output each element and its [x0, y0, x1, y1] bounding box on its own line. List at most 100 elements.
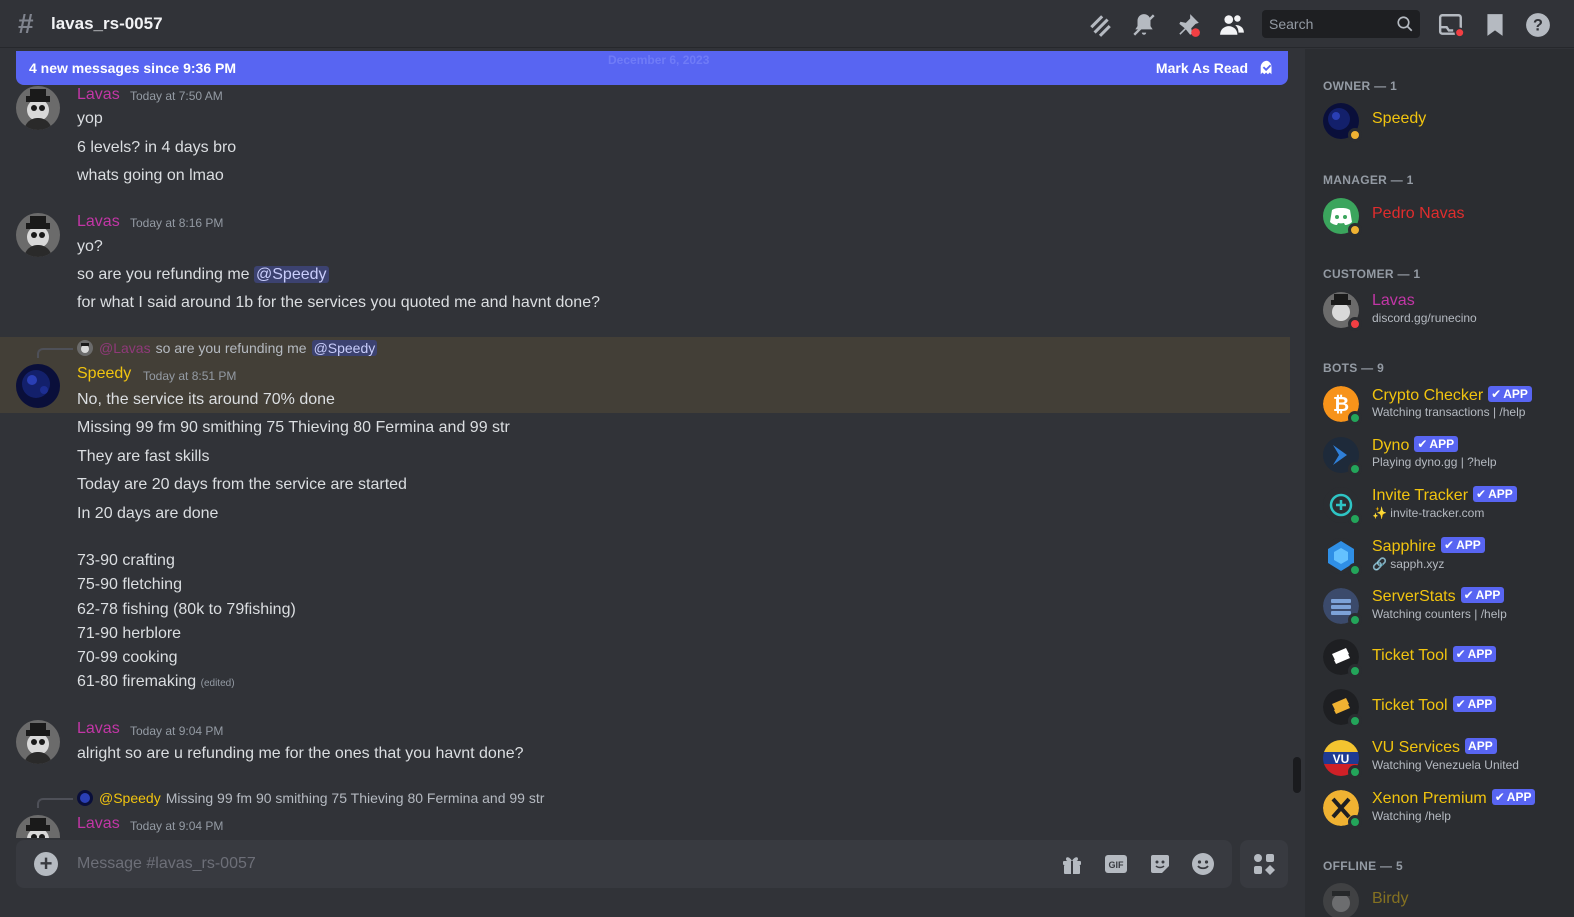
- check-icon: ✔: [1417, 437, 1428, 451]
- svg-text:₿: ₿: [1333, 394, 1349, 416]
- message-author[interactable]: Lavas: [77, 815, 120, 833]
- reply-author[interactable]: @Lavas: [99, 340, 151, 356]
- message-text: whats going on lmao: [77, 167, 224, 184]
- app-badge: ✔ APP: [1491, 789, 1536, 805]
- edited-marker: (edited): [200, 678, 235, 689]
- message-input[interactable]: [77, 853, 977, 875]
- reply-author[interactable]: @Speedy: [99, 790, 161, 806]
- member-list[interactable]: OWNER — 1 Speedy MANAGER — 1 Pedro Navas…: [1305, 49, 1574, 917]
- online-status-icon: [1348, 411, 1362, 425]
- member-vu-services[interactable]: VU VU Services APP Watching Venezuela Uni…: [1305, 734, 1574, 779]
- bookmark-icon[interactable]: [1482, 12, 1508, 38]
- check-icon: ✔: [1494, 790, 1505, 804]
- member-birdy[interactable]: Birdy: [1305, 877, 1574, 917]
- message-author[interactable]: Lavas: [77, 720, 120, 738]
- ticket-icon: [1323, 639, 1362, 678]
- gif-label: GIF: [1109, 860, 1125, 870]
- member-xenon-premium[interactable]: Xenon Premium ✔ APP Watching /help: [1305, 784, 1574, 829]
- member-lavas[interactable]: Lavas discord.gg/runecino: [1305, 286, 1574, 331]
- help-icon[interactable]: ?: [1525, 12, 1551, 38]
- search-icon: [1396, 15, 1414, 33]
- avatar: [1323, 103, 1362, 142]
- gift-icon[interactable]: [1060, 852, 1084, 876]
- member-ticket-tool[interactable]: Ticket Tool ✔ APP: [1305, 633, 1574, 678]
- member-group-header: MANAGER — 1: [1323, 173, 1414, 187]
- new-messages-bar[interactable]: 4 new messages since 9:36 PM December 6,…: [16, 51, 1288, 85]
- message-text: for what I said around 1b for the servic…: [77, 294, 600, 311]
- online-status-icon: [1348, 613, 1362, 627]
- member-ticket-tool[interactable]: Ticket Tool ✔ APP: [1305, 683, 1574, 728]
- discord-window: # lavas_rs-0057 ? 4 n: [0, 0, 1574, 917]
- mark-as-read-button[interactable]: Mark As Read: [1156, 60, 1248, 76]
- online-status-icon: [1348, 815, 1362, 829]
- member-crypto-checker[interactable]: ₿ Crypto Checker ✔ APP Watching transactio…: [1305, 380, 1574, 425]
- app-badge: APP: [1465, 738, 1497, 754]
- member-group-header: BOTS — 9: [1323, 361, 1385, 375]
- message-text: 71-90 herblore: [77, 625, 182, 642]
- app-badge-label: APP: [1467, 697, 1493, 711]
- reply-avatar: [77, 790, 93, 806]
- message-text: yop: [77, 110, 103, 127]
- scrollbar-thumb[interactable]: [1293, 757, 1301, 793]
- avatar[interactable]: [16, 364, 60, 408]
- member-sapphire[interactable]: Sapphire ✔ APP 🔗 sapph.xyz: [1305, 532, 1574, 577]
- apps-button[interactable]: [1240, 840, 1288, 888]
- message-text: 70-99 cooking: [77, 649, 178, 666]
- member-status-text: Playing dyno.gg | ?help: [1372, 455, 1497, 469]
- avatar[interactable]: [16, 86, 60, 130]
- member-name-text: ServerStats: [1372, 588, 1456, 605]
- sticker-icon[interactable]: [1148, 852, 1172, 876]
- app-badge-label: APP: [1467, 647, 1493, 661]
- message-author[interactable]: Lavas: [77, 213, 120, 231]
- member-dyno[interactable]: Dyno ✔ APP Playing dyno.gg | ?help: [1305, 431, 1574, 476]
- member-name-text: Ticket Tool: [1372, 647, 1448, 664]
- app-badge: ✔ APP: [1488, 386, 1532, 402]
- search-box[interactable]: [1262, 10, 1420, 38]
- ticket-icon: [1323, 689, 1362, 728]
- mark-read-icon[interactable]: [1258, 59, 1276, 77]
- date-divider: December 6, 2023: [608, 53, 710, 67]
- message-list[interactable]: Lavas Today at 7:50 AM yop 6 levels? in …: [0, 86, 1290, 838]
- avatar[interactable]: [16, 720, 60, 764]
- app-badge: ✔ APP: [1441, 537, 1485, 553]
- member-name: Birdy: [1372, 890, 1409, 907]
- reply-preview[interactable]: @Speedy Missing 99 fm 90 smithing 75 Thi…: [77, 790, 544, 806]
- message-author[interactable]: Lavas: [77, 86, 120, 104]
- member-speedy[interactable]: Speedy: [1305, 97, 1574, 142]
- user-mention[interactable]: @Speedy: [254, 266, 329, 283]
- message-text: alright so are u refunding me for the on…: [77, 745, 524, 762]
- member-name: Pedro Navas: [1372, 205, 1465, 222]
- search-input[interactable]: [1269, 16, 1389, 32]
- pin-icon[interactable]: [1175, 12, 1201, 38]
- member-name: Lavas: [1372, 292, 1415, 309]
- message-text: 75-90 fletching: [77, 576, 182, 593]
- gif-button[interactable]: GIF: [1104, 852, 1128, 876]
- reply-preview[interactable]: @Lavas so are you refunding me @Speedy: [77, 340, 378, 356]
- member-pedro-navas[interactable]: Pedro Navas: [1305, 192, 1574, 237]
- threads-icon[interactable]: [1087, 12, 1113, 38]
- member-serverstats[interactable]: ServerStats ✔ APP Watching counters | /hel…: [1305, 582, 1574, 627]
- avatar: [1323, 292, 1362, 331]
- sparkle-icon: ✨: [1372, 506, 1387, 520]
- mute-icon[interactable]: [1131, 12, 1157, 38]
- members-icon[interactable]: [1219, 12, 1245, 38]
- member-invite-tracker[interactable]: Invite Tracker ✔ APP ✨ invite-tracker.com: [1305, 481, 1574, 526]
- avatar[interactable]: [16, 815, 60, 838]
- message-timestamp: Today at 9:04 PM: [130, 819, 224, 833]
- serverstats-icon: [1323, 588, 1362, 627]
- member-name: Xenon Premium ✔ APP: [1372, 789, 1536, 808]
- member-status-text: Watching transactions | /help: [1372, 405, 1526, 419]
- reply-mention[interactable]: @Speedy: [311, 340, 378, 356]
- member-name: Ticket Tool ✔ APP: [1372, 646, 1497, 665]
- upload-plus-button[interactable]: +: [34, 852, 58, 876]
- app-badge-label: APP: [1475, 588, 1501, 602]
- avatar[interactable]: [16, 213, 60, 257]
- message-author[interactable]: Speedy: [77, 365, 131, 383]
- member-status-text: Watching /help: [1372, 809, 1451, 823]
- emoji-icon[interactable]: [1191, 852, 1215, 876]
- reply-spine: [37, 798, 73, 808]
- xenon-icon: [1323, 790, 1362, 829]
- inbox-icon[interactable]: [1438, 12, 1465, 38]
- check-icon: ✔: [1444, 538, 1455, 552]
- app-badge-label: APP: [1503, 387, 1528, 401]
